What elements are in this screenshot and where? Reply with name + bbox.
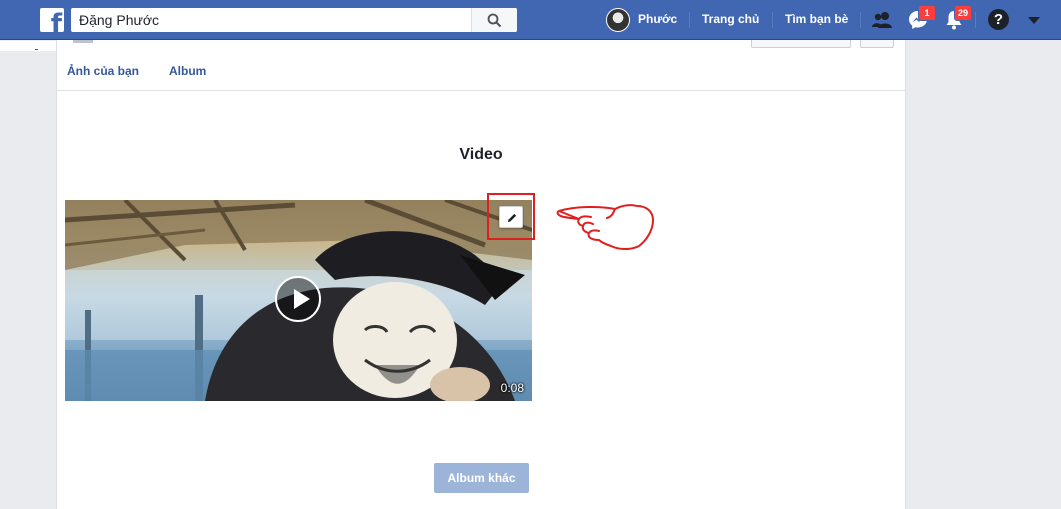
top-navigation-bar: f Phước Trang chủ Tìm bạn bè 1	[0, 0, 1061, 40]
video-thumbnail[interactable]: 0:08	[65, 200, 532, 401]
video-duration: 0:08	[500, 381, 524, 395]
edit-video-button[interactable]	[499, 206, 523, 228]
search-button[interactable]	[471, 8, 517, 32]
facebook-logo-glyph: f	[50, 9, 62, 32]
messenger-badge: 1	[918, 5, 936, 21]
pointing-hand-drawing	[556, 204, 654, 250]
search-icon	[487, 13, 502, 28]
tab-albums[interactable]: Album	[169, 64, 206, 78]
more-albums-button[interactable]: Album khác	[434, 463, 529, 493]
photos-panel: Ảnh của bạn Album Video 0:08 Album khác	[56, 40, 906, 509]
nav-divider	[860, 12, 861, 28]
messenger-button[interactable]: 1	[906, 5, 936, 32]
nav-divider	[975, 12, 976, 28]
section-title: Video	[459, 146, 503, 163]
play-icon[interactable]	[275, 276, 321, 322]
caret-down-icon[interactable]	[1028, 17, 1040, 24]
left-white-strip	[0, 41, 56, 51]
nav-divider	[689, 12, 690, 28]
friend-requests-button[interactable]	[870, 8, 894, 32]
notifications-button[interactable]: 29	[942, 5, 972, 32]
avatar	[606, 8, 630, 32]
search-box	[71, 8, 517, 32]
friend-requests-icon	[872, 12, 892, 28]
nav-divider	[772, 12, 773, 28]
tab-your-photos[interactable]: Ảnh của bạn	[67, 64, 139, 78]
red-mark	[35, 49, 38, 50]
nav-home-link[interactable]: Trang chủ	[702, 12, 759, 26]
photo-tabs: Ảnh của bạn Album	[57, 40, 905, 91]
search-input[interactable]	[71, 8, 471, 32]
help-icon[interactable]: ?	[988, 9, 1009, 30]
nav-find-friends-link[interactable]: Tìm bạn bè	[785, 12, 848, 26]
facebook-logo-icon[interactable]: f	[40, 8, 64, 32]
profile-name: Phước	[638, 12, 678, 26]
pencil-icon	[508, 213, 517, 222]
notifications-badge: 29	[954, 5, 972, 21]
